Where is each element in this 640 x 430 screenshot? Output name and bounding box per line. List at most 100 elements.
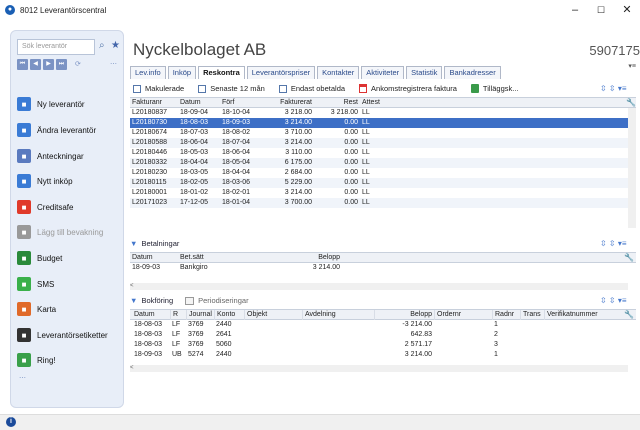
invoice-col-header[interactable]: Fakturerat — [260, 98, 312, 108]
tillagg-button[interactable]: Tilläggsk... — [470, 84, 519, 93]
booking-row[interactable]: 18-08-03 LF 3769 2440 -3 214.00 1 — [130, 320, 628, 330]
makulerade-checkbox[interactable]: Makulerade — [133, 84, 184, 93]
sidebar-more-icon[interactable]: ⋯ — [19, 374, 26, 382]
minimize-button[interactable]: – — [562, 0, 588, 20]
search-input[interactable]: Sök leverantör — [17, 39, 95, 55]
invoice-col-header[interactable]: Förf — [222, 98, 258, 108]
next-record-button[interactable]: ▶ — [43, 59, 54, 70]
invoice-row[interactable]: L20180730 18-08-03 18-09-03 3 214.00 0.00 LL — [130, 118, 628, 128]
payment-row[interactable]: 18-09-03 Bankgiro 3 214.00 — [130, 263, 628, 273]
booking-col-header[interactable]: Datum — [132, 310, 168, 320]
invoice-col-header[interactable]: Attest — [362, 98, 386, 108]
checkbox-icon[interactable] — [198, 84, 207, 93]
sidebar-item-10[interactable]: ■ Ring! — [17, 349, 121, 371]
invoice-col-header[interactable]: Datum — [180, 98, 218, 108]
booking-col-header[interactable]: Belopp — [374, 310, 432, 320]
invoice-row[interactable]: L20180674 18-07-03 18-08-02 3 710.00 0.00 LL — [130, 128, 628, 138]
invoice-cell: 0.00 — [344, 149, 358, 156]
booking-col-header[interactable]: Ordernr — [434, 310, 490, 320]
tab-1[interactable]: Inköp — [167, 66, 197, 79]
sidebar-item-9[interactable]: ■ Leverantörsetiketter — [17, 324, 121, 346]
maximize-button[interactable]: ☐ — [588, 0, 614, 20]
sidebar-item-0[interactable]: ■ Ny leverantör — [17, 93, 121, 115]
obetalda-checkbox[interactable]: Endast obetalda — [278, 84, 345, 93]
invoice-row[interactable]: L20180588 18-06-04 18-07-04 3 214.00 0.00 LL — [130, 138, 628, 148]
sidebar-item-8[interactable]: ■ Karta — [17, 298, 121, 320]
sidebar-item-2[interactable]: ■ Anteckningar — [17, 145, 121, 167]
invoice-cell: 18-05-03 — [180, 149, 209, 156]
booking-col-header[interactable]: R — [170, 310, 184, 320]
payments-expand-icons[interactable]: ⇳ ⇳ ▾≡ — [600, 239, 627, 248]
invoice-row[interactable]: L20180332 18-04-04 18-05-04 6 175.00 0.00 LL — [130, 158, 628, 168]
booking-row[interactable]: 18-08-03 LF 3769 5060 2 571.17 3 — [130, 340, 628, 350]
invoice-cell: 18-04-04 — [222, 169, 251, 176]
sidebar-item-label: Ring! — [37, 355, 56, 365]
payment-col-header[interactable]: Datum — [132, 253, 168, 263]
periodisering-tab[interactable]: Periodiseringar — [198, 296, 248, 305]
invoice-cell: LL — [362, 189, 370, 196]
close-button[interactable]: ✕ — [614, 0, 640, 20]
payments-hscroll[interactable]: < — [130, 283, 628, 290]
tab-2[interactable]: Reskontra — [198, 66, 245, 79]
booking-row[interactable]: 18-08-03 LF 3769 2641 642.83 2 — [130, 330, 628, 340]
sidebar-item-1[interactable]: ■ Ändra leverantör — [17, 119, 121, 141]
invoice-col-header[interactable]: Rest — [314, 98, 358, 108]
booking-col-header[interactable]: Avdelning — [302, 310, 372, 320]
sidebar-menu-icon[interactable]: ⋯ — [110, 60, 117, 68]
tab-6[interactable]: Statistik — [406, 66, 443, 79]
booking-col-header[interactable]: Journal — [186, 310, 212, 320]
invoice-row[interactable]: L20171023 17-12-05 18-01-04 3 700.00 0.00 LL — [130, 198, 628, 208]
tab-4[interactable]: Kontakter — [317, 66, 360, 79]
tab-7[interactable]: Bankadresser — [444, 66, 501, 79]
booking-col-header[interactable]: Trans — [520, 310, 542, 320]
invoice-row[interactable]: L20180115 18-02-05 18-03-06 5 229.00 0.00 LL — [130, 178, 628, 188]
invoice-cell: L20180588 — [132, 139, 168, 146]
ankomst-button[interactable]: Ankomstregistrera faktura — [359, 84, 457, 93]
sidebar-item-6[interactable]: ■ Budget — [17, 247, 121, 269]
sidebar-item-3[interactable]: ■ Nytt inköp — [17, 170, 121, 192]
checkbox-icon[interactable] — [133, 84, 141, 93]
settings-icon[interactable]: 🔧 — [624, 253, 634, 262]
booking-cell: 5274 — [188, 351, 204, 358]
prev-record-button[interactable]: ◀ — [30, 59, 41, 70]
refresh-icon[interactable]: ⟳ — [75, 59, 81, 70]
booking-col-header[interactable]: Konto — [214, 310, 242, 320]
booking-col-header[interactable]: Verifikatnummer — [544, 310, 618, 320]
tab-3[interactable]: Leverantörspriser — [246, 66, 316, 79]
first-record-button[interactable]: ⏮ — [17, 59, 28, 70]
invoice-row[interactable]: L20180001 18-01-02 18-02-01 3 214.00 0.00 LL — [130, 188, 628, 198]
invoice-cell: 2 684.00 — [284, 169, 312, 176]
invoice-row[interactable]: L20180837 18-09-04 18-10-04 3 218.00 3 218.0… — [130, 108, 628, 118]
settings-icon[interactable]: 🔧 — [626, 98, 636, 107]
bookings-section-header[interactable]: ▼ Bokföring Periodiseringar — [130, 296, 249, 305]
search-icon[interactable]: ⌕ — [99, 40, 105, 51]
sidebar-item-7[interactable]: ■ SMS — [17, 273, 121, 295]
booking-row[interactable]: 18-09-03 UB 5274 2440 3 214.00 1 — [130, 350, 628, 360]
invoice-cell: LL — [362, 149, 370, 156]
settings-icon[interactable]: 🔧 — [624, 310, 634, 319]
sidebar-item-5[interactable]: ■ Lägg till bevakning — [17, 221, 121, 243]
bookings-hscroll[interactable]: < — [130, 365, 628, 372]
senaste-checkbox[interactable]: Senaste 12 mån — [198, 84, 265, 93]
tab-5[interactable]: Aktiviteter — [361, 66, 405, 79]
payment-col-header[interactable]: Bet.sätt — [180, 253, 240, 263]
star-icon[interactable]: ★ — [111, 40, 120, 51]
invoice-scrollbar[interactable] — [628, 108, 636, 228]
payments-section-header[interactable]: ▼ Betalningar — [130, 239, 179, 248]
checkbox-icon[interactable] — [278, 84, 287, 93]
last-record-button[interactable]: ⏭ — [56, 59, 67, 70]
panel-menu-icon[interactable]: ▾≡ — [628, 62, 636, 70]
invoice-col-header[interactable]: Fakturanr — [132, 98, 178, 108]
tab-0[interactable]: Lev.info — [130, 66, 166, 79]
invoice-row[interactable]: L20180230 18-03-05 18-04-04 2 684.00 0.00 LL — [130, 168, 628, 178]
sidebar-item-4[interactable]: ■ Creditsafe — [17, 196, 121, 218]
invoice-row[interactable]: L20180446 18-05-03 18-06-04 3 110.00 0.00 LL — [130, 148, 628, 158]
booking-col-header[interactable]: Objekt — [244, 310, 300, 320]
invoice-cell: 0.00 — [344, 129, 358, 136]
info-icon[interactable]: i — [6, 417, 16, 427]
bookings-expand-icons[interactable]: ⇳ ⇳ ▾≡ — [600, 296, 627, 305]
booking-col-header[interactable]: Radnr — [492, 310, 518, 320]
invoice-cell: 3 700.00 — [284, 199, 312, 206]
payment-col-header[interactable]: Belopp — [280, 253, 340, 263]
expand-icons[interactable]: ⇳ ⇳ ▾≡ — [600, 84, 627, 93]
